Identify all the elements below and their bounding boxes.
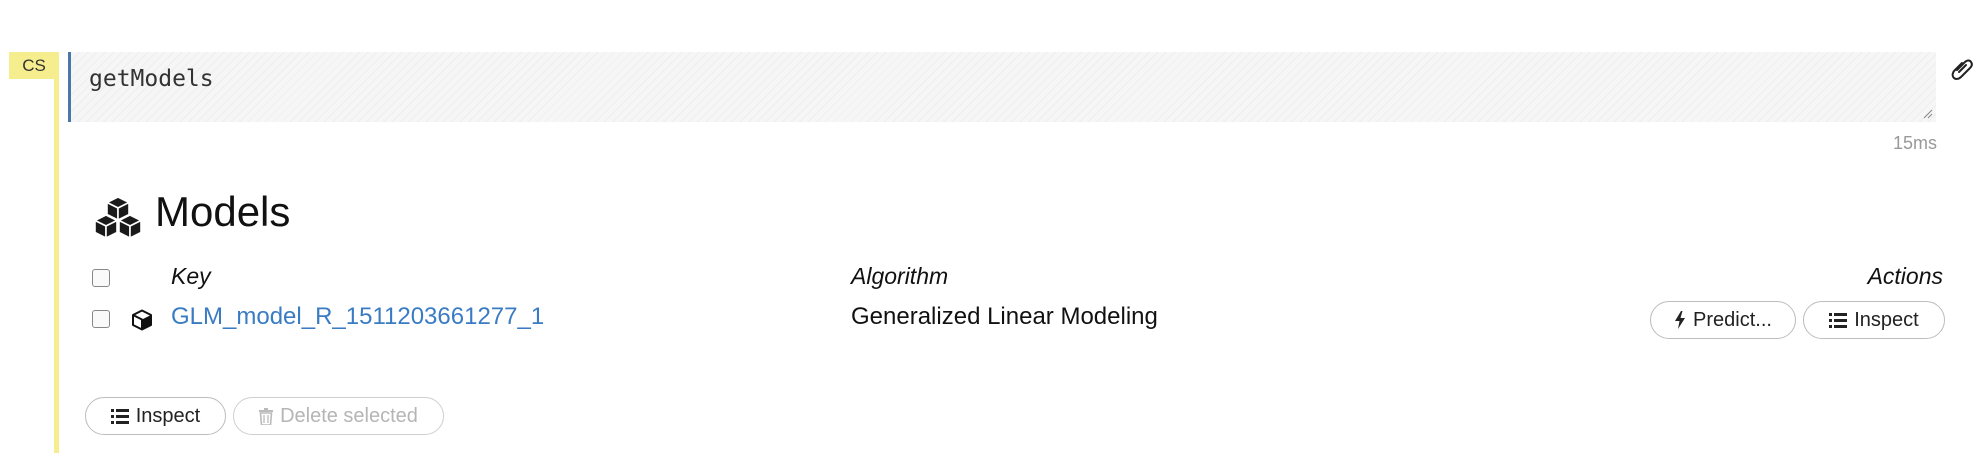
inspect-button[interactable]: Inspect: [85, 397, 226, 435]
delete-selected-label: Delete selected: [280, 404, 418, 427]
list-icon: [110, 408, 129, 424]
delete-selected-button[interactable]: Delete selected: [233, 397, 444, 435]
cube-icon: [132, 309, 152, 331]
cubes-icon: [94, 196, 142, 239]
cell-type-label[interactable]: CS: [9, 52, 59, 79]
list-icon: [1829, 312, 1848, 328]
column-header-actions: Actions: [1867, 263, 1943, 289]
model-algorithm: Generalized Linear Modeling: [851, 303, 1158, 330]
bolt-icon: [1675, 311, 1686, 329]
column-header-algorithm: Algorithm: [851, 263, 949, 289]
cell-timing: 15ms: [1892, 133, 1937, 153]
predict-button-label: Predict...: [1693, 308, 1772, 331]
models-title: Models: [155, 188, 291, 235]
resize-grip-icon[interactable]: [1923, 109, 1933, 119]
trash-icon: [259, 407, 274, 425]
model-key-link[interactable]: GLM_model_R_1511203661277_1: [171, 303, 544, 331]
paperclip-icon[interactable]: [1950, 56, 1974, 82]
cell-selection-bar: [54, 52, 59, 453]
predict-button[interactable]: Predict...: [1650, 301, 1796, 339]
column-header-key: Key: [171, 263, 211, 289]
cell-code[interactable]: getModels: [89, 66, 214, 92]
cell-editor[interactable]: getModels: [68, 52, 1936, 122]
select-all-checkbox[interactable]: [92, 269, 110, 287]
inspect-row-button-label: Inspect: [1854, 308, 1919, 331]
inspect-row-button[interactable]: Inspect: [1803, 301, 1945, 339]
row-checkbox[interactable]: [92, 310, 110, 328]
inspect-button-label: Inspect: [135, 404, 201, 427]
